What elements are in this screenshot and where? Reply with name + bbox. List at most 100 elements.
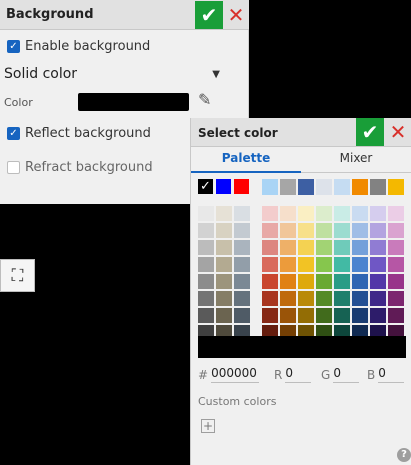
color-swatch[interactable]: [298, 223, 314, 238]
b-field[interactable]: B 0: [367, 366, 407, 383]
palette-swatch[interactable]: [352, 179, 368, 195]
color-swatch[interactable]: [334, 274, 350, 289]
gray-swatch[interactable]: [198, 257, 214, 272]
palette-swatch[interactable]: [262, 179, 278, 195]
gray-swatch[interactable]: [216, 240, 232, 255]
color-swatch[interactable]: [280, 223, 296, 238]
hex-value[interactable]: 000000: [211, 366, 259, 383]
refract-background-row[interactable]: Refract background: [7, 160, 153, 175]
color-swatch[interactable]: [262, 308, 278, 323]
gray-swatch[interactable]: [198, 240, 214, 255]
reflect-background-row[interactable]: ✓ Reflect background: [7, 126, 151, 141]
color-swatch[interactable]: [370, 257, 386, 272]
confirm-button[interactable]: ✔: [195, 1, 223, 29]
color-swatch[interactable]: [370, 274, 386, 289]
reflect-background-checkbox[interactable]: ✓: [7, 127, 20, 140]
tab-palette[interactable]: Palette: [191, 151, 301, 173]
color-swatch[interactable]: [352, 240, 368, 255]
help-icon[interactable]: ?: [397, 448, 411, 462]
color-swatch[interactable]: [388, 291, 404, 306]
color-swatch[interactable]: [334, 257, 350, 272]
color-swatch[interactable]: [352, 291, 368, 306]
gray-swatch[interactable]: [216, 274, 232, 289]
r-field[interactable]: R 0: [274, 366, 314, 383]
g-value[interactable]: 0: [333, 366, 360, 383]
color-swatch[interactable]: [280, 257, 296, 272]
color-swatch[interactable]: [334, 240, 350, 255]
palette-swatch[interactable]: [388, 179, 404, 195]
color-swatch[interactable]: [370, 291, 386, 306]
gray-swatch[interactable]: [216, 308, 232, 323]
color-swatch[interactable]: [334, 223, 350, 238]
color-swatch[interactable]: [298, 308, 314, 323]
refract-background-checkbox[interactable]: [7, 161, 20, 174]
recent-color-swatch[interactable]: [216, 179, 231, 194]
color-swatch[interactable]: [352, 257, 368, 272]
color-swatch[interactable]: [280, 291, 296, 306]
r-value[interactable]: 0: [285, 366, 312, 383]
gray-swatch[interactable]: [216, 257, 232, 272]
color-swatch[interactable]: [388, 308, 404, 323]
close-button[interactable]: ✕: [224, 1, 248, 29]
color-swatch[interactable]: [298, 206, 314, 221]
gray-swatch[interactable]: [198, 206, 214, 221]
color-swatch[interactable]: [352, 308, 368, 323]
gray-swatch[interactable]: [234, 240, 250, 255]
gray-swatch[interactable]: [234, 308, 250, 323]
palette-swatch[interactable]: [316, 179, 332, 195]
color-swatch[interactable]: [262, 291, 278, 306]
color-swatch[interactable]: [298, 291, 314, 306]
gray-swatch[interactable]: [216, 223, 232, 238]
color-swatch[interactable]: [298, 240, 314, 255]
color-swatch[interactable]: [388, 240, 404, 255]
color-swatch[interactable]: [262, 240, 278, 255]
close-color-button[interactable]: ✕: [386, 118, 410, 146]
gray-swatch[interactable]: [216, 291, 232, 306]
color-swatch[interactable]: [334, 308, 350, 323]
color-swatch[interactable]: [388, 257, 404, 272]
color-swatch[interactable]: [78, 93, 189, 111]
gray-swatch[interactable]: [198, 223, 214, 238]
palette-swatch[interactable]: [298, 179, 314, 195]
color-swatch[interactable]: [316, 206, 332, 221]
g-field[interactable]: G 0: [321, 366, 361, 383]
color-swatch[interactable]: [316, 274, 332, 289]
color-swatch[interactable]: [298, 257, 314, 272]
hex-field[interactable]: # 000000: [198, 366, 259, 383]
color-swatch[interactable]: [280, 240, 296, 255]
add-custom-color-button[interactable]: +: [201, 419, 215, 433]
color-swatch[interactable]: [262, 274, 278, 289]
color-swatch[interactable]: [370, 240, 386, 255]
color-swatch[interactable]: [370, 308, 386, 323]
recent-color-swatch[interactable]: ✓: [198, 179, 213, 194]
color-swatch[interactable]: [316, 257, 332, 272]
color-swatch[interactable]: [262, 206, 278, 221]
gray-swatch[interactable]: [234, 223, 250, 238]
palette-swatch[interactable]: [370, 179, 386, 195]
color-swatch[interactable]: [352, 274, 368, 289]
confirm-color-button[interactable]: ✔: [356, 118, 384, 146]
color-swatch[interactable]: [316, 308, 332, 323]
render-tool-button[interactable]: ⛶: [0, 259, 35, 292]
color-swatch[interactable]: [280, 206, 296, 221]
gray-swatch[interactable]: [198, 308, 214, 323]
color-swatch[interactable]: [298, 274, 314, 289]
color-swatch[interactable]: [334, 206, 350, 221]
color-swatch[interactable]: [352, 223, 368, 238]
palette-swatch[interactable]: [280, 179, 296, 195]
gray-swatch[interactable]: [216, 206, 232, 221]
color-swatch[interactable]: [388, 206, 404, 221]
color-swatch[interactable]: [316, 291, 332, 306]
pencil-icon[interactable]: ✎: [198, 90, 211, 109]
recent-color-swatch[interactable]: [234, 179, 249, 194]
gray-swatch[interactable]: [198, 291, 214, 306]
color-swatch[interactable]: [370, 223, 386, 238]
b-value[interactable]: 0: [378, 366, 405, 383]
enable-background-row[interactable]: ✓ Enable background: [7, 39, 150, 54]
color-swatch[interactable]: [388, 274, 404, 289]
color-swatch[interactable]: [352, 206, 368, 221]
gray-swatch[interactable]: [198, 274, 214, 289]
color-swatch[interactable]: [316, 240, 332, 255]
color-swatch[interactable]: [388, 223, 404, 238]
color-swatch[interactable]: [280, 274, 296, 289]
